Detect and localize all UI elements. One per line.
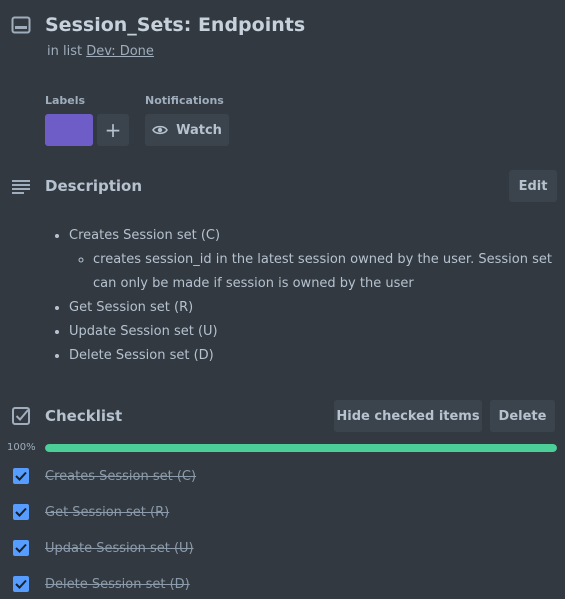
checkmark-icon	[15, 471, 27, 481]
checklist-item[interactable]: Delete Session set (D)	[13, 572, 553, 596]
checkmark-icon	[15, 579, 27, 589]
add-label-button[interactable]: +	[97, 114, 129, 146]
description-icon	[12, 179, 30, 198]
description-item: Update Session set (U)	[69, 320, 565, 344]
list-info: in list Dev: Done	[47, 44, 154, 59]
checklist-item[interactable]: Get Session set (R)	[13, 500, 553, 524]
checklist-item-label: Creates Session set (C)	[45, 468, 197, 484]
edit-description-button[interactable]: Edit	[509, 170, 557, 202]
checkbox[interactable]	[13, 468, 29, 484]
labels-heading: Labels	[45, 94, 86, 107]
description-subitem: creates session_id in the latest session…	[93, 248, 565, 296]
description-item: Get Session set (R)	[69, 296, 565, 320]
checklist-item-label: Delete Session set (D)	[45, 576, 190, 592]
checklist-item[interactable]: Update Session set (U)	[13, 536, 553, 560]
delete-checklist-button[interactable]: Delete	[490, 400, 555, 432]
checklist-item-label: Update Session set (U)	[45, 540, 194, 556]
card-title[interactable]: Session_Sets: Endpoints	[45, 14, 305, 36]
description-item: Creates Session set (C) creates session_…	[69, 224, 565, 296]
label-chip[interactable]	[45, 114, 93, 146]
checkbox[interactable]	[13, 576, 29, 592]
hide-checked-items-button[interactable]: Hide checked items	[334, 400, 482, 432]
plus-icon: +	[104, 118, 122, 142]
description-heading: Description	[45, 177, 143, 195]
description-item: Delete Session set (D)	[69, 344, 565, 368]
checkmark-icon	[15, 543, 27, 553]
list-link[interactable]: Dev: Done	[86, 44, 154, 59]
checklist-item-label: Get Session set (R)	[45, 504, 170, 520]
progress-bar	[45, 444, 557, 452]
card-icon	[11, 16, 31, 38]
checkbox[interactable]	[13, 504, 29, 520]
checklist-heading: Checklist	[45, 407, 123, 425]
eye-icon	[152, 124, 169, 136]
notifications-heading: Notifications	[145, 94, 224, 107]
checklist-icon	[12, 407, 30, 429]
description-list: Creates Session set (C) creates session_…	[45, 224, 565, 368]
checkbox[interactable]	[13, 540, 29, 556]
progress-percent: 100%	[7, 442, 36, 453]
progress-bar-fill	[45, 444, 557, 452]
checkmark-icon	[15, 507, 27, 517]
list-prefix: in list	[47, 44, 83, 59]
watch-button[interactable]: Watch	[145, 114, 229, 146]
watch-label: Watch	[176, 122, 222, 138]
checklist-item[interactable]: Creates Session set (C)	[13, 464, 553, 488]
